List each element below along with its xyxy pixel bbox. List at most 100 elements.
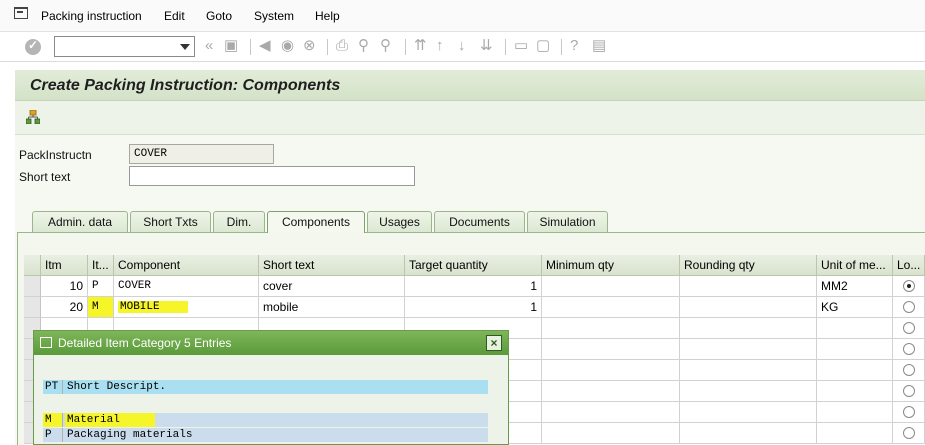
tab-short-txts[interactable]: Short Txts xyxy=(130,211,211,232)
menu-help[interactable]: Help xyxy=(315,9,340,23)
column-header-minimum-qty[interactable]: Minimum qty xyxy=(542,255,680,276)
load-carrier-radio[interactable] xyxy=(903,301,915,313)
menu-packing-instruction[interactable]: Packing instruction xyxy=(41,9,142,23)
chevron-down-icon[interactable] xyxy=(180,44,190,50)
column-header-target-quantity[interactable]: Target quantity xyxy=(405,255,542,276)
cell-itm[interactable]: 10 xyxy=(41,276,88,297)
first-page-icon[interactable]: ⇈ xyxy=(414,37,427,55)
row-selector-header[interactable] xyxy=(24,255,41,276)
tab-documents[interactable]: Documents xyxy=(434,211,525,232)
load-carrier-radio[interactable] xyxy=(903,364,915,376)
column-header-load-carrier[interactable]: Lo... xyxy=(893,255,925,276)
row-selector[interactable] xyxy=(24,276,41,297)
layout-icon[interactable]: ▤ xyxy=(592,37,606,55)
previous-page-icon[interactable]: ↑ xyxy=(436,37,444,55)
load-carrier-radio[interactable] xyxy=(903,343,915,355)
empty-cell[interactable] xyxy=(817,360,893,381)
cancel-icon[interactable]: ⊗ xyxy=(303,37,316,55)
empty-cell[interactable] xyxy=(680,318,817,339)
empty-cell[interactable] xyxy=(542,339,680,360)
close-icon[interactable]: × xyxy=(486,335,502,351)
last-page-icon[interactable]: ⇊ xyxy=(480,37,493,55)
empty-cell[interactable] xyxy=(893,402,925,423)
empty-cell[interactable] xyxy=(893,339,925,360)
load-carrier-radio[interactable] xyxy=(903,427,915,439)
popup-header-desc[interactable]: Short Descript. xyxy=(65,380,166,394)
back-icon[interactable]: ◀ xyxy=(259,37,271,55)
tab-dim[interactable]: Dim. xyxy=(213,211,265,232)
cell-item-category[interactable]: M xyxy=(88,297,114,318)
empty-cell[interactable] xyxy=(680,360,817,381)
command-field[interactable] xyxy=(54,36,195,57)
empty-cell[interactable] xyxy=(893,318,925,339)
tab-admin-data[interactable]: Admin. data xyxy=(32,211,128,232)
shortcut-icon[interactable]: ▢ xyxy=(536,37,550,55)
command-input[interactable] xyxy=(55,37,175,56)
load-carrier-radio[interactable] xyxy=(903,280,915,292)
empty-cell[interactable] xyxy=(542,381,680,402)
empty-cell[interactable] xyxy=(893,360,925,381)
cell-component[interactable]: COVER xyxy=(114,276,259,297)
empty-cell[interactable] xyxy=(893,423,925,444)
cell-short-text[interactable]: cover xyxy=(259,276,405,297)
hierarchy-icon[interactable] xyxy=(26,110,40,124)
menu-goto[interactable]: Goto xyxy=(206,9,232,23)
enter-check-icon[interactable] xyxy=(25,38,41,55)
empty-cell[interactable] xyxy=(680,381,817,402)
empty-cell[interactable] xyxy=(893,381,925,402)
column-header-component[interactable]: Component xyxy=(114,255,259,276)
cell-item-category[interactable]: P xyxy=(88,276,114,297)
empty-cell[interactable] xyxy=(680,339,817,360)
help-icon[interactable]: ? xyxy=(570,37,578,55)
empty-cell[interactable] xyxy=(542,360,680,381)
cell-itm[interactable]: 20 xyxy=(41,297,88,318)
empty-cell[interactable] xyxy=(680,402,817,423)
empty-cell[interactable] xyxy=(817,339,893,360)
cell-short-text[interactable]: mobile xyxy=(259,297,405,318)
create-session-icon[interactable]: ▭ xyxy=(514,37,528,55)
empty-cell[interactable] xyxy=(817,423,893,444)
empty-cell[interactable] xyxy=(542,402,680,423)
cell-target-quantity[interactable]: 1 xyxy=(405,276,542,297)
column-header-short-text[interactable]: Short text xyxy=(259,255,405,276)
tab-components[interactable]: Components xyxy=(267,211,365,233)
load-carrier-radio[interactable] xyxy=(903,385,915,397)
tab-simulation[interactable]: Simulation xyxy=(527,211,608,232)
menu-system[interactable]: System xyxy=(254,9,294,23)
next-page-icon[interactable]: ↓ xyxy=(458,37,466,55)
column-header-unit-of-measure[interactable]: Unit of me... xyxy=(817,255,893,276)
menu-edit[interactable]: Edit xyxy=(164,9,185,23)
column-header-itm[interactable]: Itm xyxy=(41,255,88,276)
column-header-item-category[interactable]: It... xyxy=(88,255,114,276)
short-text-input[interactable] xyxy=(129,166,415,186)
cell-component[interactable]: MOBILE xyxy=(114,297,259,318)
empty-cell[interactable] xyxy=(542,423,680,444)
popup-column-headers: PT Short Descript. xyxy=(43,380,488,394)
cell-rounding-qty[interactable] xyxy=(680,276,817,297)
column-header-rounding-qty[interactable]: Rounding qty xyxy=(680,255,817,276)
popup-entry-row[interactable]: P Packaging materials xyxy=(43,428,488,442)
cell-unit[interactable]: MM2 xyxy=(817,276,893,297)
find-icon[interactable]: ⚲ xyxy=(358,37,369,55)
cell-target-quantity[interactable]: 1 xyxy=(405,297,542,318)
empty-cell[interactable] xyxy=(817,402,893,423)
print-icon[interactable]: ⎙ xyxy=(336,37,348,55)
cell-minimum-qty[interactable] xyxy=(542,297,680,318)
exit-icon[interactable]: ◉ xyxy=(281,37,294,55)
tab-usages[interactable]: Usages xyxy=(367,211,432,232)
find-next-icon[interactable]: ⚲ xyxy=(380,37,391,55)
load-carrier-radio[interactable] xyxy=(903,322,915,334)
popup-header-key[interactable]: PT xyxy=(43,380,63,394)
load-carrier-radio[interactable] xyxy=(903,406,915,418)
empty-cell[interactable] xyxy=(817,381,893,402)
save-icon[interactable]: ▣ xyxy=(224,37,238,55)
empty-cell[interactable] xyxy=(817,318,893,339)
cell-rounding-qty[interactable] xyxy=(680,297,817,318)
empty-cell[interactable] xyxy=(542,318,680,339)
cell-unit[interactable]: KG xyxy=(817,297,893,318)
popup-entry-row[interactable]: M Material xyxy=(43,413,488,427)
empty-cell[interactable] xyxy=(680,423,817,444)
menu-window-icon[interactable] xyxy=(14,7,28,19)
cell-minimum-qty[interactable] xyxy=(542,276,680,297)
row-selector[interactable] xyxy=(24,297,41,318)
